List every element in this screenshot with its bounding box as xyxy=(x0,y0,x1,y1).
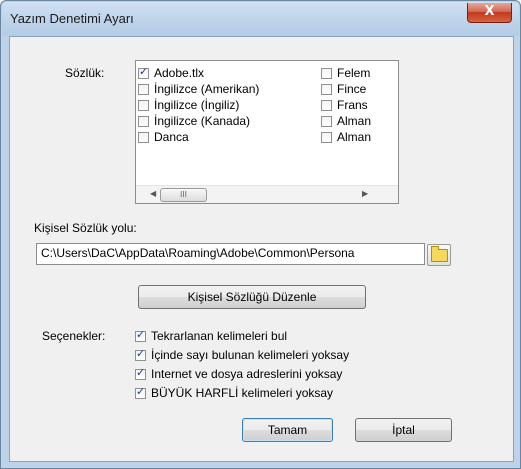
checkbox[interactable] xyxy=(135,385,146,399)
dictionary-column-2: Felem Fince Frans Alman Alman xyxy=(321,65,397,145)
dictionary-label: Sözlük: xyxy=(65,66,105,80)
personal-path-label: Kişisel Sözlük yolu: xyxy=(34,221,137,235)
list-item-label: Alman xyxy=(337,114,372,128)
cancel-button[interactable]: İptal xyxy=(355,418,452,442)
checkbox[interactable] xyxy=(138,83,149,95)
option-ignore-uppercase[interactable]: BÜYÜK HARFLİ kelimeleri yoksay xyxy=(135,385,334,400)
list-item[interactable]: Fince xyxy=(321,81,397,97)
list-item-label: Felem xyxy=(337,66,371,80)
list-item-label: Frans xyxy=(337,98,368,112)
option-find-repeated[interactable]: Tekrarlanan kelimeleri bul xyxy=(135,328,288,343)
close-button[interactable]: X xyxy=(467,3,512,23)
list-item-label: Fince xyxy=(337,82,367,96)
list-item[interactable]: İngilizce (Amerikan) xyxy=(138,81,318,97)
list-item-label: İngilizce (Kanada) xyxy=(154,114,251,128)
list-item[interactable]: Alman xyxy=(321,129,397,145)
list-item[interactable]: Adobe.tlx xyxy=(138,65,318,81)
list-item-label: Alman xyxy=(337,130,372,144)
list-item[interactable]: İngilizce (Kanada) xyxy=(138,113,318,129)
ok-button[interactable]: Tamam xyxy=(242,418,333,442)
close-icon: X xyxy=(484,4,495,19)
checkbox[interactable] xyxy=(135,347,146,361)
title-bar[interactable]: Yazım Denetimi Ayarı X xyxy=(2,2,519,36)
option-label: Internet ve dosya adreslerini yoksay xyxy=(151,367,343,381)
checkbox[interactable] xyxy=(321,99,332,111)
checkbox[interactable] xyxy=(138,131,149,143)
dictionary-column-1: Adobe.tlx İngilizce (Amerikan) İngilizce… xyxy=(138,65,318,145)
option-ignore-urls[interactable]: Internet ve dosya adreslerini yoksay xyxy=(135,366,343,381)
edit-personal-dictionary-button[interactable]: Kişisel Sözlüğü Düzenle xyxy=(138,285,366,309)
checkbox[interactable] xyxy=(138,65,149,79)
horizontal-scrollbar[interactable]: ◀ III ▶ xyxy=(136,185,398,203)
scroll-thumb[interactable]: III xyxy=(160,188,207,202)
scroll-left-icon[interactable]: ◀ xyxy=(150,189,156,198)
list-item[interactable]: Felem xyxy=(321,65,397,81)
window-title: Yazım Denetimi Ayarı xyxy=(10,11,134,26)
checkbox[interactable] xyxy=(321,115,332,127)
checkbox[interactable] xyxy=(321,131,332,143)
personal-path-field[interactable] xyxy=(36,243,425,265)
list-item-label: İngilizce (Amerikan) xyxy=(154,82,260,96)
list-item-label: İngilizce (İngiliz) xyxy=(154,98,240,112)
browse-folder-button[interactable] xyxy=(427,244,451,266)
personal-path-input[interactable] xyxy=(37,244,424,262)
dialog-body: Sözlük: Adobe.tlx İngilizce (Amerikan) İ… xyxy=(9,36,514,462)
list-item-label: Adobe.tlx xyxy=(154,66,205,80)
option-label: İçinde sayı bulunan kelimeleri yoksay xyxy=(151,348,350,362)
list-item[interactable]: Danca xyxy=(138,129,318,145)
checkbox[interactable] xyxy=(138,115,149,127)
dictionary-list[interactable]: Adobe.tlx İngilizce (Amerikan) İngilizce… xyxy=(135,60,399,204)
checkbox[interactable] xyxy=(138,99,149,111)
checkbox[interactable] xyxy=(135,366,146,380)
checkbox[interactable] xyxy=(321,83,332,95)
checkbox[interactable] xyxy=(135,328,146,342)
option-ignore-numbers[interactable]: İçinde sayı bulunan kelimeleri yoksay xyxy=(135,347,350,362)
options-label: Seçenekler: xyxy=(42,329,106,343)
dialog-window: Yazım Denetimi Ayarı X Sözlük: Adobe.tlx… xyxy=(0,0,521,469)
list-item-label: Danca xyxy=(154,130,189,144)
scroll-right-icon[interactable]: ▶ xyxy=(362,189,368,198)
checkbox[interactable] xyxy=(321,67,332,79)
option-label: Tekrarlanan kelimeleri bul xyxy=(151,329,288,343)
option-label: BÜYÜK HARFLİ kelimeleri yoksay xyxy=(151,386,334,400)
folder-icon xyxy=(431,246,448,262)
list-item[interactable]: Frans xyxy=(321,97,397,113)
list-item[interactable]: Alman xyxy=(321,113,397,129)
list-item[interactable]: İngilizce (İngiliz) xyxy=(138,97,318,113)
